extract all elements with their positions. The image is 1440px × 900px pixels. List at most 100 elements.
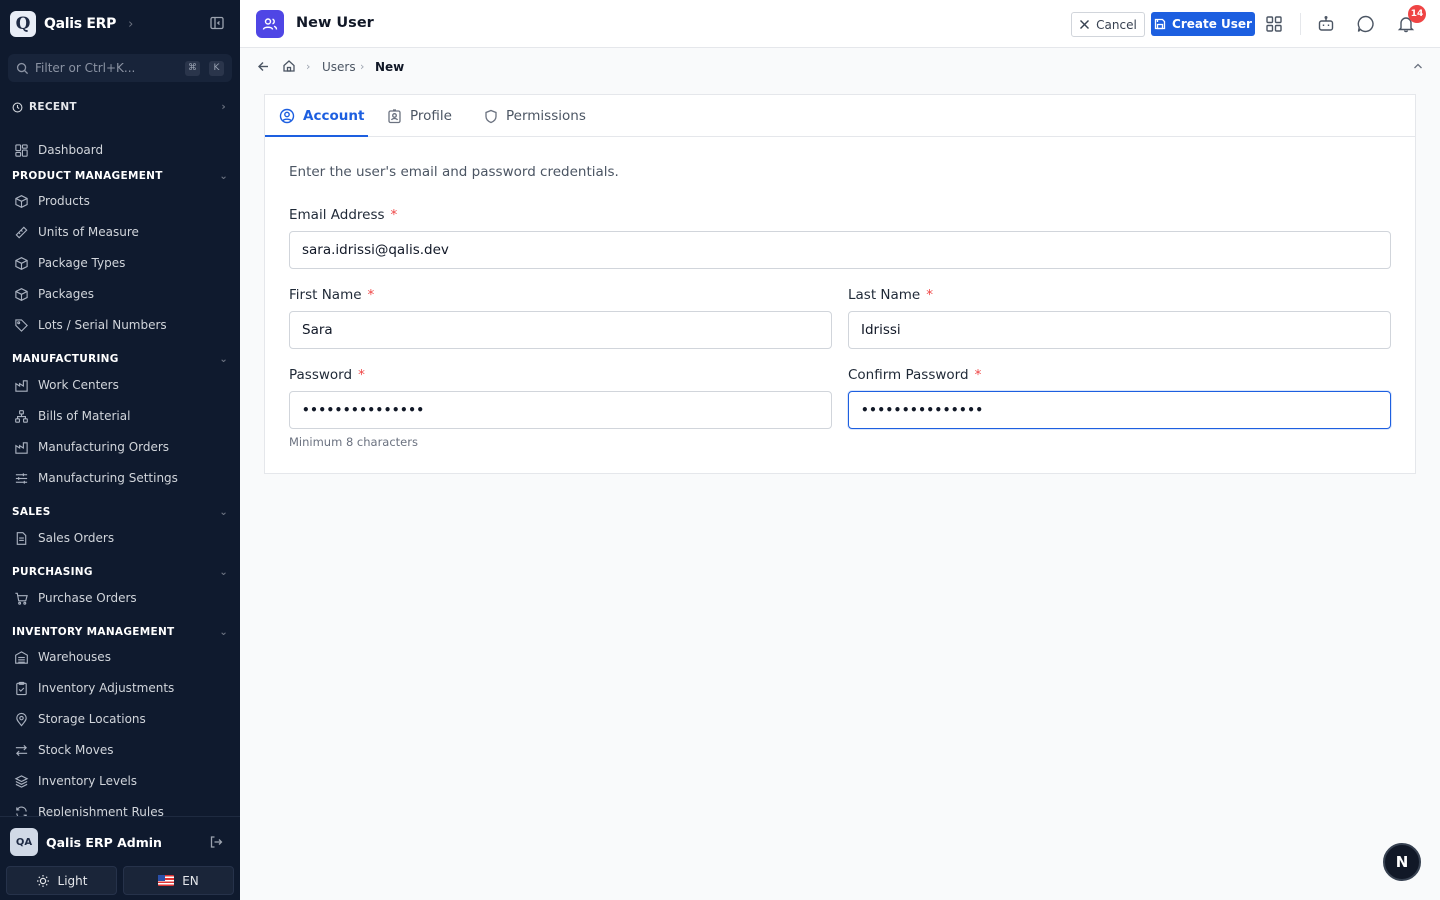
sidebar-item-label: Stock Moves — [38, 743, 114, 757]
sliders-icon — [15, 472, 28, 484]
user-form-card: Account Profile Permissions Enter the us… — [264, 94, 1416, 474]
last-name-label: Last Name * — [848, 287, 933, 303]
close-icon — [1080, 20, 1090, 29]
sidebar-item-label: Packages — [38, 287, 94, 301]
chevron-down-icon: ⌄ — [219, 353, 228, 365]
form-tabs: Account Profile Permissions — [265, 95, 1415, 137]
home-icon[interactable] — [282, 59, 296, 73]
sidebar-section-inventory-management[interactable]: INVENTORY MANAGEMENT ⌄ — [12, 624, 228, 640]
sidebar-collapse-icon[interactable] — [209, 15, 225, 31]
email-field[interactable]: sara.idrissi@qalis.dev — [289, 231, 1391, 269]
sidebar-item-label: Manufacturing Orders — [38, 440, 170, 454]
breadcrumb-users[interactable]: Users — [322, 60, 356, 74]
sidebar-item-label: Sales Orders — [38, 531, 115, 545]
sidebar-item-lots-serial-numbers[interactable]: Lots / Serial Numbers — [14, 315, 167, 335]
cart-icon — [15, 592, 28, 605]
chevron-down-icon: ⌄ — [219, 170, 228, 182]
id-badge-icon — [388, 108, 401, 123]
sidebar-item-label: Products — [38, 194, 90, 208]
sidebar-section-product-management[interactable]: PRODUCT MANAGEMENT ⌄ — [12, 168, 228, 184]
first-name-label-text: First Name — [289, 287, 362, 303]
section-label: PURCHASING — [12, 566, 93, 578]
sidebar-item-package-types[interactable]: Package Types — [14, 253, 125, 273]
tab-permissions[interactable]: Permissions — [484, 95, 586, 137]
sidebar-item-label: Inventory Levels — [38, 774, 138, 788]
cancel-label: Cancel — [1096, 17, 1137, 32]
factory-icon — [15, 379, 28, 392]
sidebar-item-label: Units of Measure — [38, 225, 139, 239]
tag-icon — [15, 318, 28, 332]
confirm-password-field[interactable]: ••••••••••••••• — [848, 391, 1391, 429]
email-value: sara.idrissi@qalis.dev — [302, 242, 449, 258]
sidebar-item-work-centers[interactable]: Work Centers — [14, 375, 119, 395]
arrows-icon — [15, 744, 28, 756]
first-name-field[interactable]: Sara — [289, 311, 832, 349]
breadcrumb-separator: › — [360, 60, 365, 73]
sidebar-item-inventory-levels[interactable]: Inventory Levels — [14, 771, 137, 791]
password-label-text: Password — [289, 367, 353, 383]
recent-label: RECENT — [29, 101, 77, 113]
sidebar-item-products[interactable]: Products — [14, 191, 90, 211]
sidebar-item-sales-orders[interactable]: Sales Orders — [14, 528, 114, 548]
theme-label: Light — [57, 873, 88, 888]
sidebar-item-manufacturing-settings[interactable]: Manufacturing Settings — [14, 468, 178, 488]
create-user-button[interactable]: Create User — [1151, 12, 1255, 36]
chevron-up-icon[interactable] — [1412, 60, 1424, 72]
sidebar-item-label: Work Centers — [38, 378, 119, 392]
sidebar-item-purchase-orders[interactable]: Purchase Orders — [14, 588, 137, 608]
sidebar-item-packages[interactable]: Packages — [14, 284, 94, 304]
user-circle-icon — [279, 108, 295, 124]
recent-toggle[interactable]: RECENT › — [12, 99, 226, 115]
confirm-password-label-text: Confirm Password — [848, 367, 969, 383]
kbd-k: K — [209, 60, 224, 76]
sidebar-section-manufacturing[interactable]: MANUFACTURING ⌄ — [12, 351, 228, 367]
language-label: EN — [182, 873, 199, 888]
app-logo: Q — [10, 11, 36, 37]
cancel-button[interactable]: Cancel — [1071, 12, 1145, 37]
required-marker: * — [390, 207, 398, 223]
section-label: SALES — [12, 506, 51, 518]
user-name: Qalis ERP Admin — [46, 834, 162, 850]
filter-placeholder: Filter or Ctrl+K... — [35, 61, 136, 75]
sidebar-item-dashboard[interactable]: Dashboard — [14, 140, 103, 160]
apps-grid-icon[interactable] — [1264, 14, 1284, 34]
document-icon — [16, 531, 27, 545]
app-brand[interactable]: Q Qalis ERP › — [10, 10, 133, 38]
section-label: PRODUCT MANAGEMENT — [12, 170, 163, 182]
sidebar-item-stock-moves[interactable]: Stock Moves — [14, 740, 113, 760]
chat-icon[interactable] — [1356, 14, 1376, 34]
tab-account[interactable]: Account — [279, 95, 364, 137]
password-field[interactable]: ••••••••••••••• — [289, 391, 832, 429]
back-arrow-icon[interactable] — [257, 60, 270, 73]
bot-icon[interactable] — [1316, 14, 1336, 34]
sidebar-item-inventory-adjustments[interactable]: Inventory Adjustments — [14, 678, 174, 698]
tab-profile[interactable]: Profile — [387, 95, 452, 137]
sidebar-item-units-of-measure[interactable]: Units of Measure — [14, 222, 139, 242]
tab-profile-label: Profile — [410, 108, 452, 124]
chevron-right-icon: › — [128, 16, 134, 32]
map-pin-icon — [16, 712, 27, 726]
sidebar-item-manufacturing-orders[interactable]: Manufacturing Orders — [14, 437, 169, 457]
sidebar-item-warehouses[interactable]: Warehouses — [14, 647, 111, 667]
chevron-down-icon: ⌄ — [219, 626, 228, 638]
theme-toggle-button[interactable]: Light — [6, 866, 117, 895]
sidebar-filter-input[interactable]: Filter or Ctrl+K... ⌘ K — [8, 54, 232, 82]
sidebar-item-bills-of-material[interactable]: Bills of Material — [14, 406, 130, 426]
chevron-down-icon: ⌄ — [219, 566, 228, 578]
required-marker: * — [367, 287, 375, 303]
sidebar-item-label: Package Types — [38, 256, 126, 270]
sidebar-item-label: Storage Locations — [38, 712, 146, 726]
sidebar-item-label: Dashboard — [38, 143, 104, 157]
user-menu[interactable]: QA Qalis ERP Admin — [10, 828, 162, 856]
sidebar-section-purchasing[interactable]: PURCHASING ⌄ — [12, 564, 228, 580]
language-button[interactable]: EN — [123, 866, 234, 895]
sidebar-section-sales[interactable]: SALES ⌄ — [12, 504, 228, 520]
logout-icon[interactable] — [209, 835, 223, 849]
email-label: Email Address * — [289, 207, 397, 223]
last-name-field[interactable]: Idrissi — [848, 311, 1391, 349]
warehouse-icon — [15, 650, 28, 664]
layers-icon — [14, 774, 29, 788]
assistant-fab-button[interactable]: N — [1383, 843, 1421, 881]
sidebar-item-storage-locations[interactable]: Storage Locations — [14, 709, 146, 729]
chevron-right-icon: › — [221, 101, 226, 113]
